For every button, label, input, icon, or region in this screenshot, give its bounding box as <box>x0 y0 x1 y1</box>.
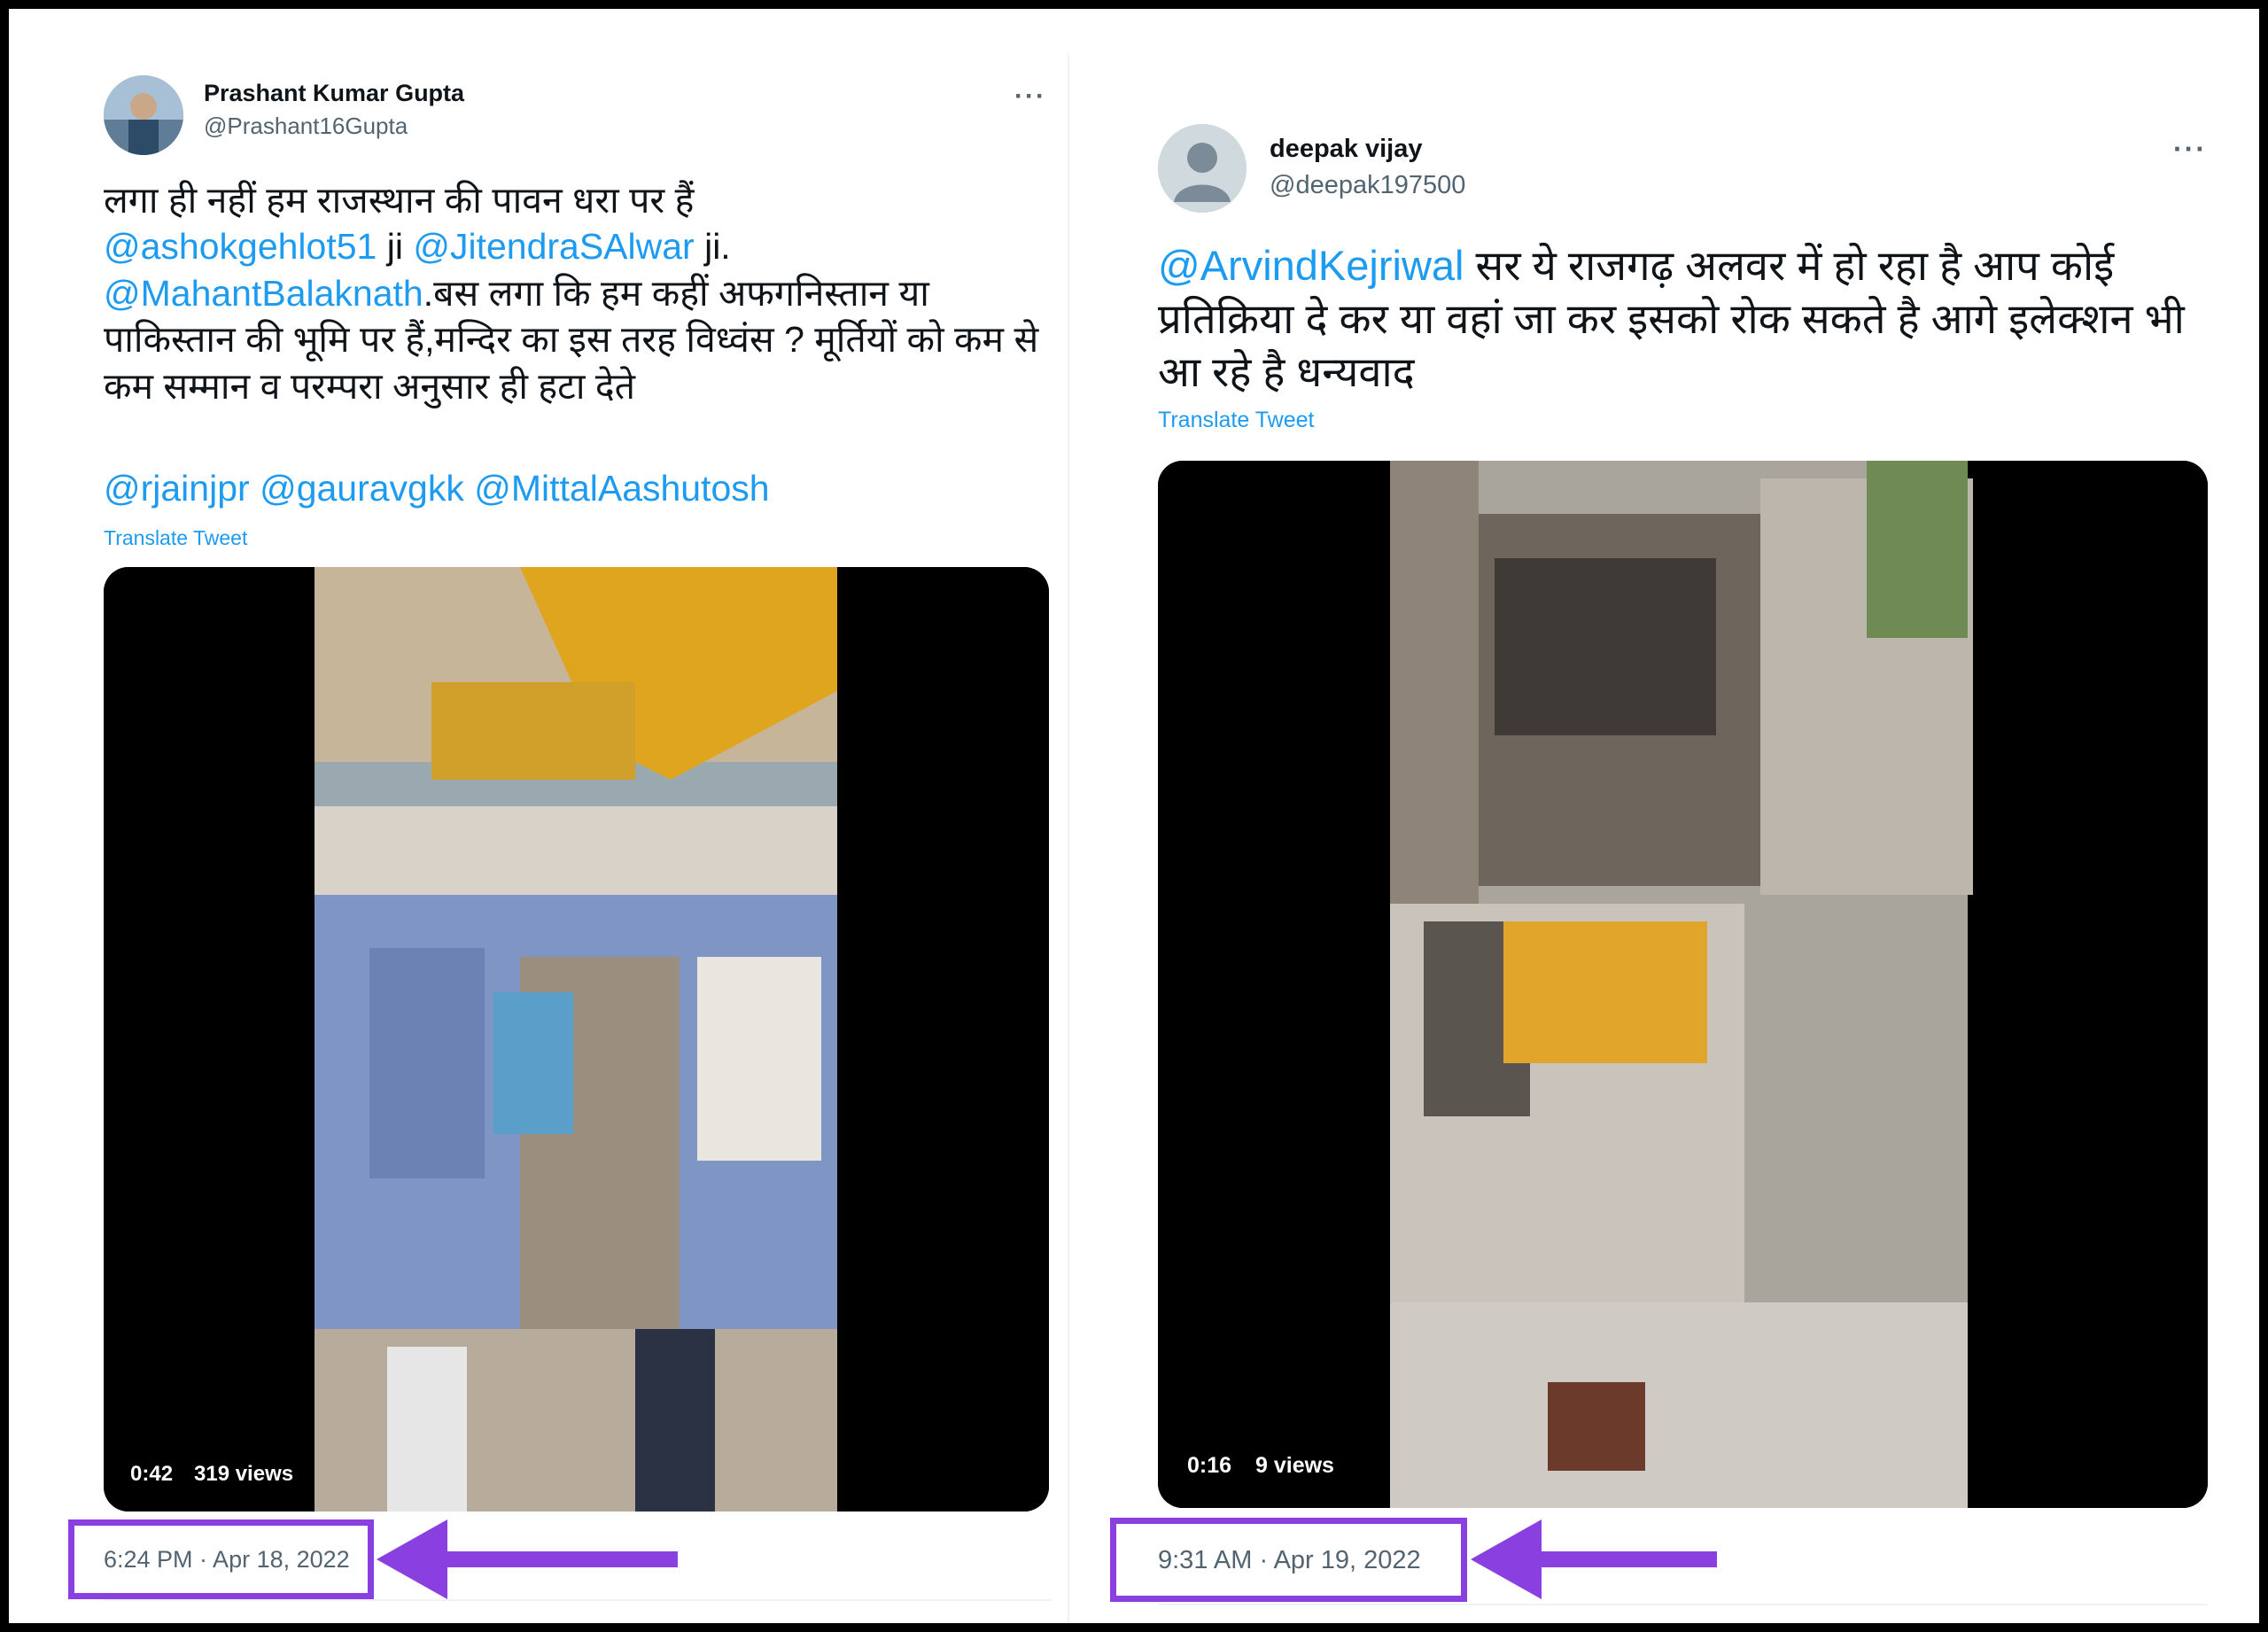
video-frame-image <box>1158 461 2208 1508</box>
timestamp-highlight-box-left <box>68 1519 374 1599</box>
mention-link[interactable]: @MahantBalaknath <box>104 273 423 314</box>
timestamp-highlight-box-right <box>1110 1518 1467 1602</box>
author-name[interactable]: Prashant Kumar Gupta <box>204 80 464 107</box>
mention-link[interactable]: @MittalAashutosh <box>474 468 769 509</box>
more-icon[interactable]: ··· <box>2173 133 2207 166</box>
video-player[interactable]: 0:42 319 views <box>104 567 1049 1512</box>
video-frame-image <box>104 567 1049 1512</box>
tweet-text: लगा ही नहीं हम राजस्थान की पावन धरा पर ह… <box>104 177 1069 409</box>
mention-link[interactable]: @ashokgehlot51 <box>104 226 377 267</box>
tweet-card-right: deepak vijay @deepak197500 ··· @ArvindKe… <box>1068 9 2237 1623</box>
more-icon[interactable]: ··· <box>1014 82 1046 112</box>
arrow-left-icon <box>377 1519 678 1599</box>
translate-tweet-link[interactable]: Translate Tweet <box>1158 408 1314 433</box>
tweet-text-ji: ji <box>377 226 414 268</box>
tweet-card-left: Prashant Kumar Gupta @Prashant16Gupta ··… <box>66 9 1068 1623</box>
video-player[interactable]: 0:16 9 views <box>1158 461 2208 1508</box>
mention-link[interactable]: @ArvindKejriwal <box>1158 242 1464 289</box>
default-avatar-icon <box>1158 124 1247 213</box>
tweet-text-ji: ji. <box>694 226 731 268</box>
tweet-divider <box>104 1599 1052 1601</box>
tweet-mentions-line: @rjainjpr @gauravgkk @MittalAashutosh <box>104 465 770 511</box>
arrow-left-icon <box>1471 1519 1717 1599</box>
tweet-divider <box>1158 1604 2208 1605</box>
video-views: 9 views <box>1255 1453 1334 1478</box>
video-views: 319 views <box>194 1462 294 1486</box>
author-handle[interactable]: @deepak197500 <box>1270 171 1465 200</box>
avatar-photo-icon <box>104 75 183 155</box>
author-handle[interactable]: @Prashant16Gupta <box>204 113 408 140</box>
author-name[interactable]: deepak vijay <box>1270 135 1423 164</box>
video-duration: 0:16 <box>1187 1453 1232 1478</box>
tweet-text: @ArvindKejriwal सर ये राजगढ़ अलवर में हो… <box>1158 239 2208 399</box>
screenshot-canvas: Prashant Kumar Gupta @Prashant16Gupta ··… <box>9 9 2259 1623</box>
mention-link[interactable]: @JitendraSAlwar <box>413 226 694 267</box>
mention-link[interactable]: @gauravgkk <box>260 468 464 509</box>
translate-tweet-link[interactable]: Translate Tweet <box>104 526 247 550</box>
video-duration: 0:42 <box>130 1462 174 1486</box>
tweet-text-line1: लगा ही नहीं हम राजस्थान की पावन धरा पर ह… <box>104 180 695 221</box>
mention-link[interactable]: @rjainjpr <box>104 468 250 509</box>
avatar[interactable] <box>1158 124 1247 213</box>
avatar[interactable] <box>104 75 183 155</box>
